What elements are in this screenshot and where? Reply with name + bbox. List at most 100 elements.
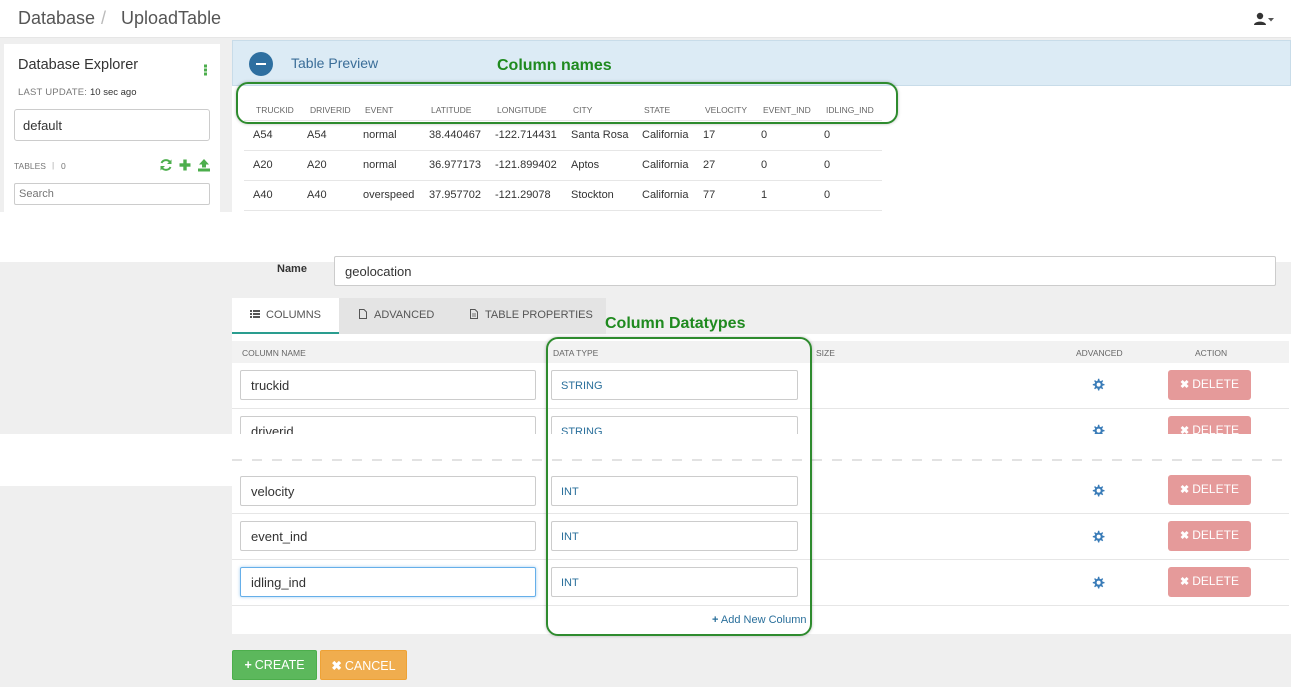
preview-cell: -122.714431 bbox=[495, 129, 557, 141]
column-name-header: COLUMN NAME bbox=[242, 348, 306, 358]
preview-header-cell: IDLING_IND bbox=[826, 105, 874, 115]
gear-icon[interactable] bbox=[1091, 484, 1105, 498]
page-break-decoration bbox=[0, 212, 1291, 262]
data-type-select[interactable]: INT bbox=[551, 567, 798, 597]
row-divider bbox=[232, 513, 1289, 514]
preview-cell: A54 bbox=[253, 129, 273, 141]
delete-button[interactable]: ✖ DELETE bbox=[1168, 475, 1251, 505]
last-update-value: 10 sec ago bbox=[90, 87, 137, 98]
plus-icon: + bbox=[712, 614, 719, 626]
data-type-header: DATA TYPE bbox=[553, 348, 599, 358]
delete-button[interactable]: ✖ DELETE bbox=[1168, 567, 1251, 597]
preview-cell: -121.29078 bbox=[495, 189, 551, 201]
preview-cell: California bbox=[642, 189, 689, 201]
preview-cell: -121.899402 bbox=[495, 159, 557, 171]
row-divider bbox=[232, 559, 1289, 560]
preview-cell: 0 bbox=[761, 129, 768, 141]
tab-advanced[interactable]: ADVANCED bbox=[339, 298, 449, 334]
column-name-input[interactable]: truckid bbox=[240, 370, 536, 400]
preview-header-cell: STATE bbox=[644, 105, 671, 115]
preview-cell: A40 bbox=[307, 189, 327, 201]
gear-icon[interactable] bbox=[1091, 530, 1105, 544]
preview-header-cell: VELOCITY bbox=[705, 105, 748, 115]
data-type-select[interactable]: INT bbox=[551, 476, 798, 506]
preview-cell: Santa Rosa bbox=[571, 129, 629, 141]
annotation-column-datatypes: Column Datatypes bbox=[605, 315, 746, 332]
create-button[interactable]: + CREATE bbox=[232, 650, 317, 680]
upload-icon[interactable] bbox=[197, 158, 211, 172]
column-name-input[interactable]: idling_ind bbox=[240, 567, 536, 597]
close-icon: ✖ bbox=[1180, 576, 1190, 588]
table-name-label: Name bbox=[277, 263, 307, 275]
delete-button-label: DELETE bbox=[1192, 528, 1239, 542]
preview-cell: 0 bbox=[824, 189, 831, 201]
table-name-input[interactable] bbox=[334, 256, 1276, 286]
tab-table-properties-label: TABLE PROPERTIES bbox=[485, 309, 593, 321]
preview-cell: 37.957702 bbox=[429, 189, 481, 201]
close-icon: ✖ bbox=[1180, 530, 1190, 542]
tables-count: 0 bbox=[61, 161, 66, 171]
preview-cell: 1 bbox=[761, 189, 768, 201]
column-name-input[interactable]: event_ind bbox=[240, 521, 536, 551]
row-divider bbox=[232, 408, 1289, 409]
close-icon: ✖ bbox=[1180, 484, 1190, 496]
gear-icon[interactable] bbox=[1091, 378, 1105, 392]
tab-table-properties[interactable]: TABLE PROPERTIES bbox=[449, 298, 606, 334]
preview-cell: A20 bbox=[253, 159, 273, 171]
tab-advanced-label: ADVANCED bbox=[374, 309, 435, 321]
preview-header-cell: LATITUDE bbox=[431, 105, 472, 115]
last-update-label: LAST UPDATE: bbox=[18, 87, 88, 98]
preview-cell: normal bbox=[363, 129, 397, 141]
tab-columns-label: COLUMNS bbox=[266, 309, 322, 321]
tab-columns[interactable]: COLUMNS bbox=[232, 298, 339, 334]
data-type-select[interactable]: INT bbox=[551, 521, 798, 551]
preview-cell: A54 bbox=[307, 129, 327, 141]
vertical-dots-icon[interactable] bbox=[202, 63, 210, 77]
preview-cell: Aptos bbox=[571, 159, 600, 171]
close-icon: ✖ bbox=[1180, 379, 1190, 391]
size-header: SIZE bbox=[816, 348, 835, 358]
preview-cell: 27 bbox=[703, 159, 716, 171]
gear-icon[interactable] bbox=[1091, 576, 1105, 590]
preview-cell: A40 bbox=[253, 189, 273, 201]
preview-row-divider bbox=[244, 210, 882, 211]
refresh-icon[interactable] bbox=[159, 158, 173, 172]
delete-button[interactable]: ✖ DELETE bbox=[1168, 370, 1251, 400]
breadcrumb-separator: / bbox=[101, 8, 107, 28]
preview-header-cell: EVENT bbox=[365, 105, 394, 115]
preview-cell: 0 bbox=[761, 159, 768, 171]
table-tabs: COLUMNS ADVANCED TABLE PROPERTIES bbox=[232, 298, 606, 334]
column-name-input[interactable]: velocity bbox=[240, 476, 536, 506]
preview-cell: 38.440467 bbox=[429, 129, 481, 141]
preview-cell: California bbox=[642, 159, 689, 171]
sidebar-title: Database Explorer bbox=[18, 57, 139, 73]
preview-cell: normal bbox=[363, 159, 397, 171]
annotation-column-names: Column names bbox=[497, 57, 612, 74]
preview-cell: California bbox=[642, 129, 689, 141]
tables-separator: | bbox=[52, 160, 55, 170]
delete-button[interactable]: ✖ DELETE bbox=[1168, 521, 1251, 551]
preview-cell: A20 bbox=[307, 159, 327, 171]
preview-row-divider bbox=[244, 120, 882, 121]
table-preview-panel: Table Preview TRUCKID DRIVERID EVENT LAT… bbox=[232, 40, 1291, 216]
cancel-button-label: CANCEL bbox=[344, 659, 396, 673]
add-icon[interactable] bbox=[178, 158, 192, 172]
action-header: ACTION bbox=[1195, 348, 1228, 358]
tables-label: TABLES bbox=[14, 161, 46, 171]
add-new-column-label: Add New Column bbox=[720, 614, 807, 626]
user-icon[interactable] bbox=[1252, 12, 1278, 26]
preview-cell: 0 bbox=[824, 129, 831, 141]
database-select[interactable]: default bbox=[14, 109, 210, 141]
database-explorer-sidebar: Database Explorer LAST UPDATE: 10 sec ag… bbox=[4, 44, 220, 216]
preview-row-divider bbox=[244, 150, 882, 151]
preview-header-cell: EVENT_IND bbox=[763, 105, 811, 115]
top-header: Database / UploadTable bbox=[0, 0, 1291, 38]
delete-button-label: DELETE bbox=[1192, 574, 1239, 588]
collapse-icon[interactable] bbox=[249, 52, 273, 76]
create-button-label: CREATE bbox=[254, 658, 305, 672]
table-search-input[interactable] bbox=[14, 183, 210, 205]
add-new-column-link[interactable]: + Add New Column bbox=[712, 614, 806, 626]
data-type-select[interactable]: STRING bbox=[551, 370, 798, 400]
breadcrumb-database[interactable]: Database bbox=[18, 8, 95, 29]
cancel-button[interactable]: ✖ CANCEL bbox=[320, 650, 407, 680]
